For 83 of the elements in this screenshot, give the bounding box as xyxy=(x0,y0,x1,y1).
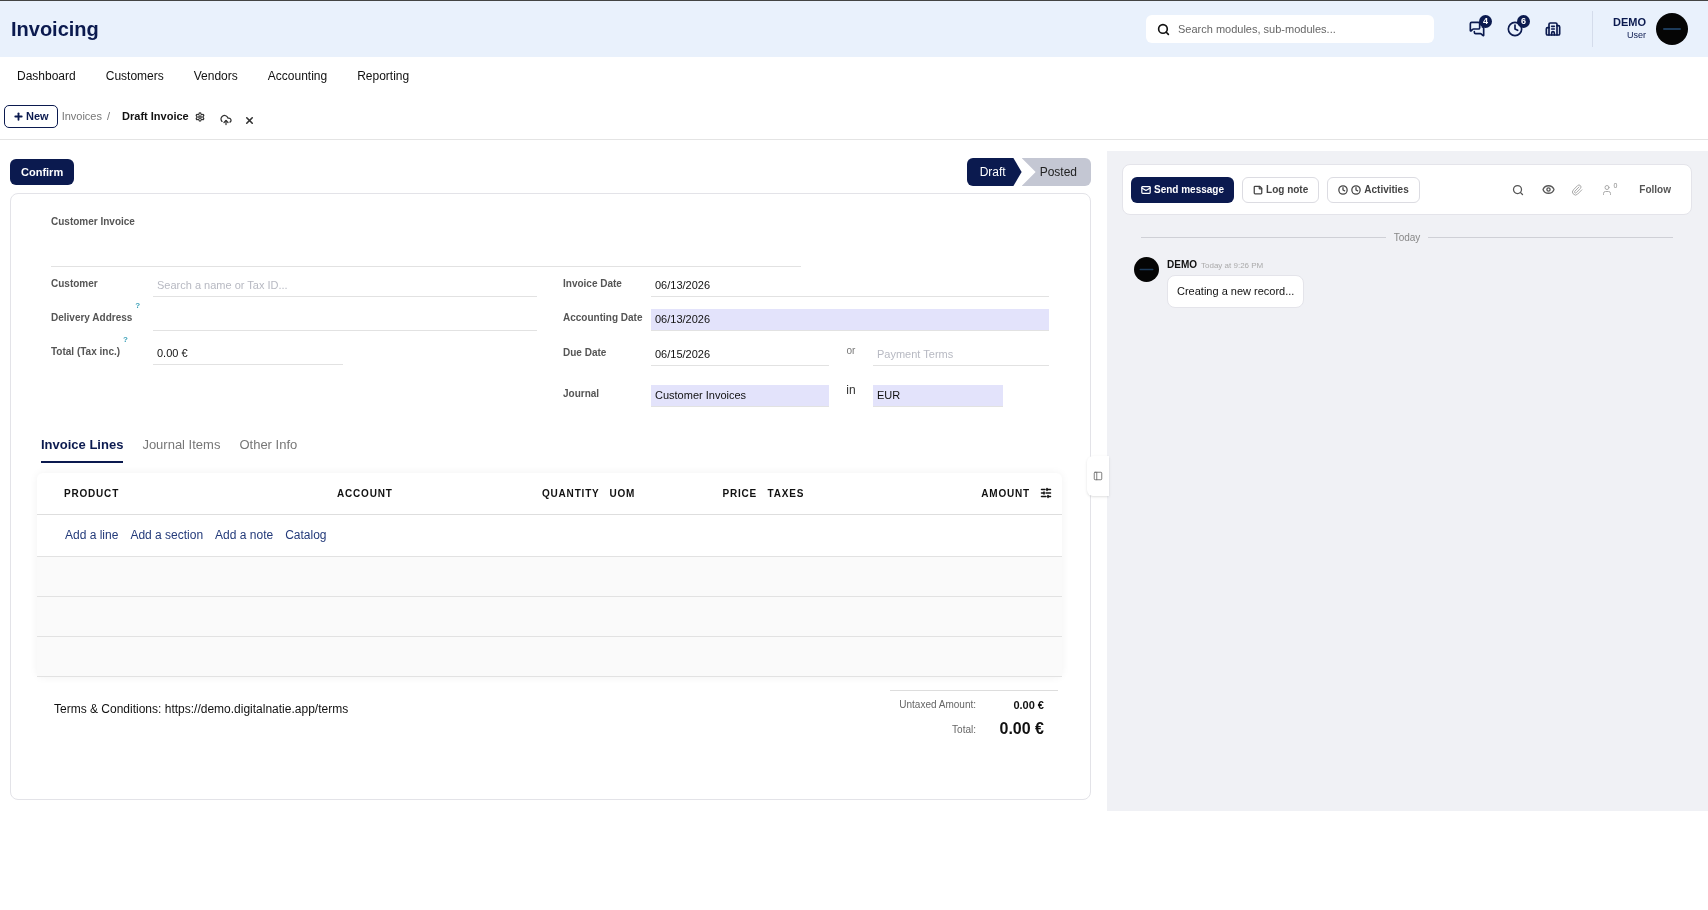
field-label: Journal xyxy=(563,387,601,401)
message-time: Today at 9:26 PM xyxy=(1201,260,1264,272)
input-field[interactable]: 06/13/2026 xyxy=(651,275,1049,297)
close-icon[interactable] xyxy=(243,115,255,126)
column-header: UOM xyxy=(609,486,637,501)
plus-icon xyxy=(13,111,24,122)
settings-icon[interactable] xyxy=(194,111,205,122)
column-header: QUANTITY xyxy=(542,486,600,501)
count-badge: 6 xyxy=(1517,15,1530,28)
nav-link[interactable]: Reporting xyxy=(357,67,410,85)
search-field[interactable]: Search modules, sub-modules... xyxy=(1146,15,1434,43)
tab[interactable]: Other Info xyxy=(239,435,298,463)
terms-text: Terms & Conditions: https://demo.digitalnatie.app/terms xyxy=(54,700,349,718)
total-value: 0.00 € xyxy=(1012,697,1044,713)
panel-toggle-button[interactable] xyxy=(1087,456,1109,496)
field-label: Due Date xyxy=(563,346,608,360)
date-divider: Today xyxy=(1393,231,1421,245)
note-icon xyxy=(1253,184,1264,195)
breadcrumb-link[interactable]: Invoices xyxy=(61,108,102,125)
field-label: Total (Tax inc.) xyxy=(51,345,121,359)
input-field[interactable]: 0.00 € xyxy=(153,343,343,365)
column-header: AMOUNT xyxy=(981,486,1030,501)
add-link[interactable]: Add a section xyxy=(130,526,204,544)
eye-icon[interactable] xyxy=(1542,183,1556,196)
column-header: PRODUCT xyxy=(64,486,121,501)
chatter-button[interactable]: Activities xyxy=(1327,176,1420,203)
nav-link[interactable]: Customers xyxy=(105,67,164,85)
tab[interactable]: Invoice Lines xyxy=(41,435,124,463)
message-author: DEMO xyxy=(1167,258,1197,272)
tab[interactable]: Journal Items xyxy=(142,435,221,463)
input-field[interactable]: 06/15/2026 xyxy=(651,344,829,366)
input-field[interactable]: EUR xyxy=(873,385,1003,407)
clock-icon xyxy=(1338,184,1349,195)
panel-icon xyxy=(1093,471,1103,481)
cloud-upload-icon[interactable] xyxy=(219,113,232,126)
field-label: Invoice Date xyxy=(563,277,623,291)
new-button[interactable]: New xyxy=(4,105,58,128)
message-bubble: Creating a new record... xyxy=(1167,275,1305,308)
column-header: ACCOUNT xyxy=(337,486,394,501)
user-name: DEMO xyxy=(1613,16,1646,29)
record-title: Draft Invoice xyxy=(122,109,189,125)
input-field[interactable]: 06/13/2026 xyxy=(651,309,1049,331)
column-header: TAXES xyxy=(767,486,805,501)
breadcrumb-separator: / xyxy=(107,109,111,125)
follow-button[interactable]: Follow xyxy=(1639,182,1671,197)
nav-link[interactable]: Accounting xyxy=(267,67,328,85)
total-label: Untaxed Amount: xyxy=(899,698,976,713)
clock-icon xyxy=(1507,21,1523,37)
nav-link[interactable]: Vendors xyxy=(193,67,238,85)
add-link[interactable]: Catalog xyxy=(285,526,327,544)
nav-link[interactable]: Dashboard xyxy=(17,67,76,85)
joiner-text: in xyxy=(845,382,857,399)
messages-button[interactable]: 4 xyxy=(1462,15,1492,43)
avatar xyxy=(1134,257,1159,282)
total-label: Total: xyxy=(952,722,976,737)
total-value: 0.00 € xyxy=(998,719,1044,739)
chatter-button[interactable]: Log note xyxy=(1242,176,1320,203)
paperclip-icon[interactable] xyxy=(1571,183,1584,196)
envelope-icon xyxy=(1141,184,1151,195)
confirm-button[interactable]: Confirm xyxy=(10,159,75,185)
input-field[interactable]: Customer Invoices xyxy=(651,385,829,407)
send-message-button[interactable]: Send message xyxy=(1131,176,1235,203)
column-header: PRICE xyxy=(722,486,759,501)
user-role: User xyxy=(1627,29,1646,42)
document-type: Customer Invoice xyxy=(51,215,136,229)
add-link[interactable]: Add a line xyxy=(65,526,119,544)
clock-icon xyxy=(1351,184,1362,195)
add-link[interactable]: Add a note xyxy=(215,526,274,544)
status-step[interactable]: Posted xyxy=(1021,158,1091,186)
app-title: Invoicing xyxy=(11,17,99,42)
search-icon[interactable] xyxy=(1512,183,1525,196)
avatar xyxy=(1656,13,1688,45)
chat-icon xyxy=(1469,21,1485,37)
building-icon xyxy=(1545,21,1561,37)
column-settings-icon[interactable] xyxy=(1040,487,1052,499)
clock-badge-button[interactable]: 6 xyxy=(1500,15,1530,43)
count-badge: 4 xyxy=(1479,15,1492,28)
field-label: Accounting Date xyxy=(563,311,644,325)
search-icon xyxy=(1157,22,1170,36)
joiner-text: or xyxy=(845,344,857,358)
status-step[interactable]: Draft xyxy=(966,158,1022,186)
field-label: Customer xyxy=(51,277,98,291)
field-label: Delivery Address xyxy=(51,311,133,325)
